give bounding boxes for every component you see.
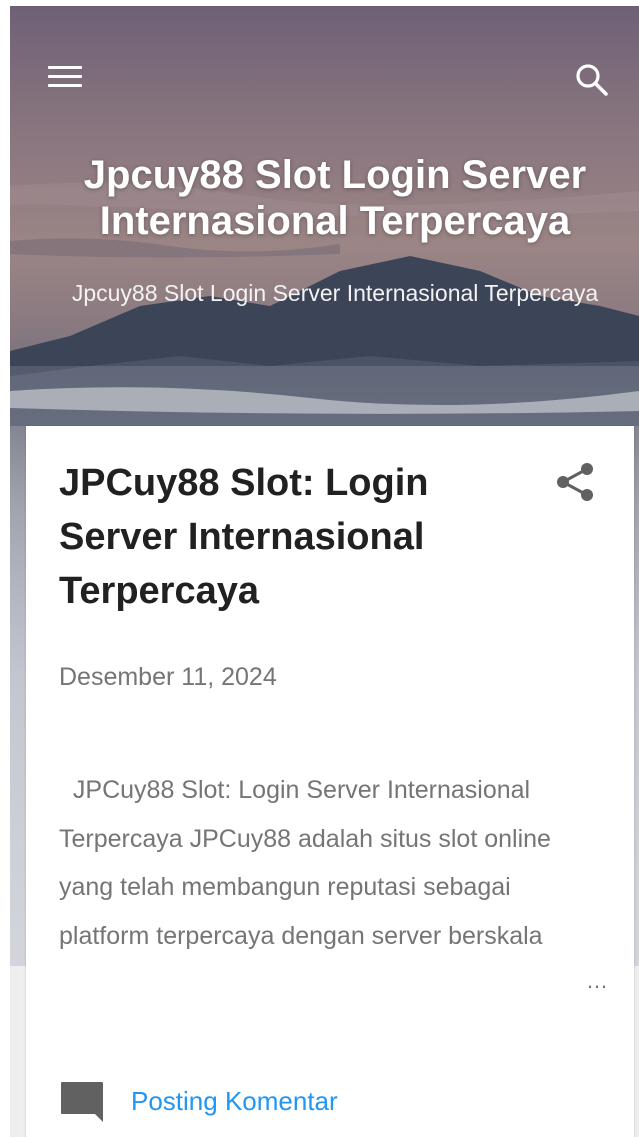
hamburger-menu-icon [48, 66, 82, 69]
blog-description: Jpcuy88 Slot Login Server Internasional … [71, 280, 599, 306]
menu-button[interactable] [46, 58, 86, 98]
snippet-fade [466, 956, 586, 1006]
blog-title[interactable]: Jpcuy88 Slot Login Server Internasional … [30, 152, 639, 244]
share-icon [557, 463, 593, 501]
post-title[interactable]: JPCuy88 Slot: Login Server Internasional… [59, 456, 529, 618]
search-icon [576, 64, 608, 96]
comment-link-label[interactable]: Posting Komentar [131, 1084, 338, 1118]
hamburger-menu-icon-middle-bar [48, 75, 82, 78]
blog-frame: Jpcuy88 Slot Login Server Internasional … [10, 6, 639, 1137]
page: Jpcuy88 Slot Login Server Internasional … [0, 0, 639, 1137]
search-button[interactable] [570, 58, 614, 102]
hamburger-menu-icon-bottom-bar [48, 84, 82, 87]
post-snippet-text: JPCuy88 Slot: Login Server Internasional… [59, 776, 551, 950]
share-button[interactable] [551, 458, 599, 506]
comment-icon [61, 1082, 103, 1122]
post-comment-link[interactable]: Posting Komentar [59, 1076, 459, 1126]
read-more-ellipsis[interactable]: … [586, 966, 609, 996]
post-date[interactable]: Desember 11, 2024 [59, 660, 277, 694]
post-card: JPCuy88 Slot: Login Server Internasional… [26, 426, 634, 1137]
